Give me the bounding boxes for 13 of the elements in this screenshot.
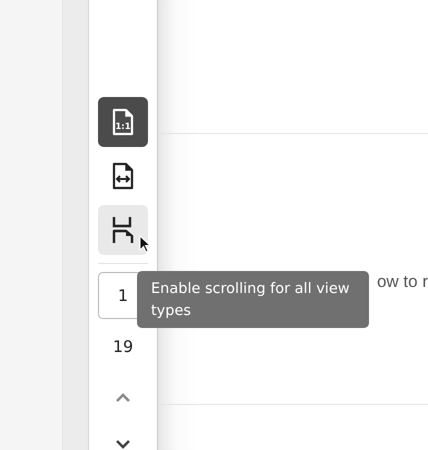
next-page-button[interactable] [115, 439, 131, 449]
total-pages: 19 [112, 337, 134, 356]
tooltip: Enable scrolling for all view types [137, 271, 369, 328]
actual-size-button[interactable]: 1:1 [98, 97, 148, 147]
chevron-up-icon [115, 393, 131, 403]
scroll-mode-button[interactable] [98, 205, 148, 255]
scroll-pages-icon [111, 216, 135, 244]
previous-page-button[interactable] [115, 393, 131, 403]
document-icon: 1:1 [112, 108, 134, 136]
document-arrows-icon [112, 162, 134, 190]
mouse-pointer-icon [139, 235, 151, 253]
chevron-down-icon [115, 439, 131, 449]
document-text: ow to r [376, 272, 428, 292]
